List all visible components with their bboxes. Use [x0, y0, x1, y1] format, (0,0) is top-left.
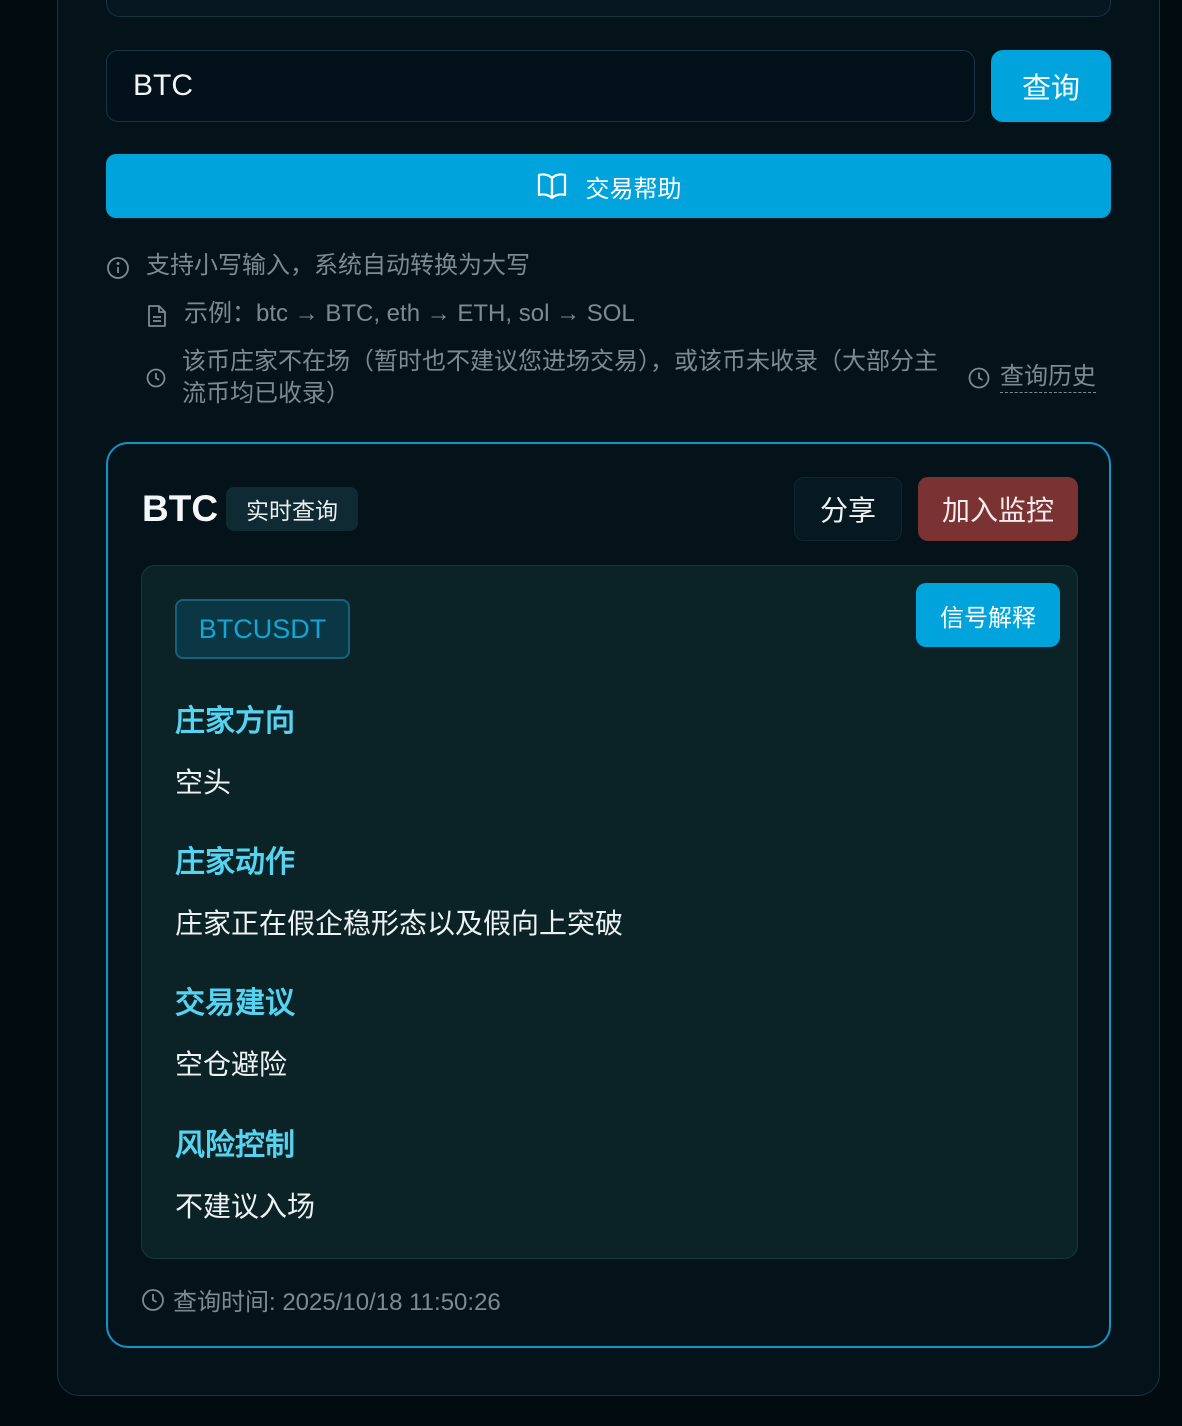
- document-icon: [148, 305, 166, 327]
- clock-icon: [142, 1288, 164, 1311]
- risk-value: 不建议入场: [175, 1191, 316, 1222]
- signal-explain-button[interactable]: 信号解释: [916, 583, 1060, 647]
- clock-icon: [968, 367, 990, 388]
- previous-field: [106, 0, 1111, 17]
- query-history-link[interactable]: 查询历史: [968, 362, 1096, 393]
- symbol-search-input[interactable]: [106, 50, 975, 122]
- info-icon: [107, 257, 129, 279]
- coin-symbol: BTC: [142, 488, 219, 529]
- direction-value: 空头: [175, 767, 232, 798]
- share-button[interactable]: 分享: [794, 477, 902, 541]
- book-open-icon: [537, 173, 566, 200]
- action-value: 庄家正在假企稳形态以及假向上突破: [175, 908, 624, 939]
- not-found-hint-text: 该币庄家不在场（暂时也不建议您进场交易），或该币未收录（大部分主流币均已收录）: [182, 348, 938, 407]
- query-history-label: 查询历史: [1000, 362, 1096, 393]
- action-label: 庄家动作: [175, 846, 295, 879]
- not-found-hint: 该币庄家不在场（暂时也不建议您进场交易），或该币未收录（大部分主流币均已收录）: [146, 346, 956, 410]
- direction-label: 庄家方向: [175, 705, 295, 738]
- trading-pair-badge: BTCUSDT: [175, 599, 350, 659]
- risk-label: 风险控制: [175, 1129, 295, 1162]
- example-hint: 示例：btc → BTC, eth → ETH, sol → SOL: [146, 298, 635, 330]
- add-monitor-button[interactable]: 加入监控: [918, 477, 1078, 541]
- advice-label: 交易建议: [175, 987, 295, 1020]
- advice-value: 空仓避险: [175, 1049, 288, 1080]
- clock-icon: [146, 368, 166, 388]
- query-button[interactable]: 查询: [991, 50, 1111, 122]
- trading-help-label: 交易帮助: [585, 175, 682, 203]
- lowercase-hint: 支持小写输入，系统自动转换为大写: [106, 250, 530, 282]
- lowercase-hint-text: 支持小写输入，系统自动转换为大写: [146, 252, 530, 279]
- result-card: BTC 实时查询 分享 加入监控 BTCUSDT 信号解释 庄家方向 空头 庄家…: [106, 442, 1111, 1348]
- realtime-badge: 实时查询: [226, 487, 358, 531]
- query-time-text: 查询时间: 2025/10/18 11:50:26: [173, 1289, 501, 1316]
- search-row: 查询: [106, 50, 1111, 122]
- signal-panel: BTCUSDT 信号解释 庄家方向 空头 庄家动作 庄家正在假企稳形态以及假向上…: [141, 565, 1078, 1259]
- example-hint-text: 示例：btc → BTC, eth → ETH, sol → SOL: [184, 300, 635, 327]
- trading-help-button[interactable]: 交易帮助: [106, 154, 1111, 218]
- query-time: 查询时间: 2025/10/18 11:50:26: [141, 1282, 501, 1317]
- page: 查询 交易帮助 支持小写输入，系统自动转换为大写 示例：btc → BTC, e…: [0, 0, 1182, 1426]
